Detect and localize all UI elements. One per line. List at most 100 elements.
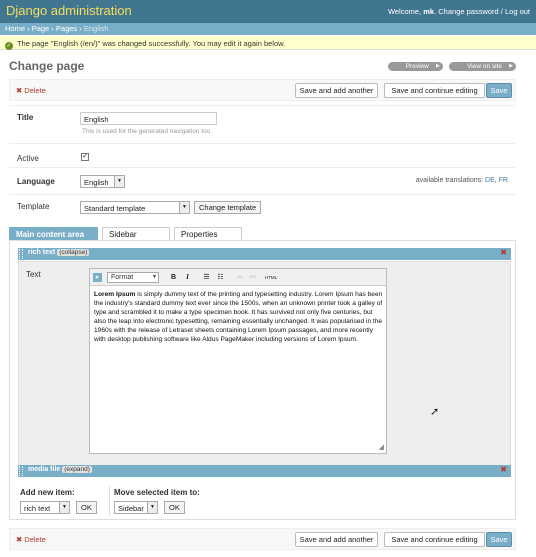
breadcrumb-current: English [83,24,109,33]
success-message: ✓ The page "English (/en/)" was changed … [0,36,536,50]
rich-text-title: rich text [28,249,56,256]
template-value: Standard template [84,204,146,213]
submit-row-top: ✖ Delete Save and add another Save and co… [9,79,516,101]
template-label: Template [17,202,50,211]
save-add-another-button[interactable]: Save and add another [295,532,378,547]
save-button[interactable]: Save [486,83,512,98]
text-label: Text [26,270,41,279]
translations-label: available translations: [415,177,484,184]
welcome-text: Welcome, [387,7,422,16]
page-fields: Title English This is used for the gener… [9,105,516,220]
breadcrumb: Home › Page › Pages › English [0,23,536,35]
language-label: Language [17,177,55,186]
add-item-ok-button[interactable]: OK [76,501,97,514]
chevron-down-icon: ▼ [114,176,124,187]
rich-text-plugin-header[interactable]: rich text (collapse) ✖ [18,248,511,260]
available-translations: available translations: DE, FR [415,177,508,184]
unlink-icon[interactable]: ⚯ [248,273,257,282]
delete-icon: ✖ [16,86,23,95]
delete-link[interactable]: ✖ Delete [16,86,46,95]
save-add-another-button[interactable]: Save and add another [295,83,378,98]
delete-icon: ✖ [16,535,23,544]
drag-handle-icon[interactable] [19,466,23,476]
title-help: This is used for the generated navigatio… [82,128,213,135]
drag-handle-icon[interactable] [19,249,23,259]
main-content-area: rich text (collapse) ✖ Text ▸ Format ▼ B… [9,240,516,520]
save-continue-button[interactable]: Save and continue editing [384,83,485,98]
divider [109,486,110,516]
bold-icon[interactable]: B [169,273,178,282]
media-file-plugin-header[interactable]: media file (expand) ✖ [18,465,511,477]
move-item-ok-button[interactable]: OK [164,501,185,514]
active-label: Active [17,154,39,163]
delete-label: Delete [24,535,46,544]
username: mk [423,7,435,16]
expand-toggle[interactable]: (expand) [62,466,92,473]
save-continue-button[interactable]: Save and continue editing [384,532,485,547]
save-button[interactable]: Save [486,532,512,547]
site-header: Django administration Welcome, mk. Chang… [0,0,536,23]
tab-sidebar[interactable]: Sidebar [102,227,170,241]
check-icon: ✓ [5,42,13,50]
html-icon[interactable]: HTML [264,273,278,282]
move-item-value: Sidebar [118,504,144,513]
plugin-icon[interactable]: ▸ [93,273,102,282]
delete-label: Delete [24,86,46,95]
language-select[interactable]: English ▼ [80,175,125,188]
change-template-button[interactable]: Change template [194,201,262,214]
active-row: Active ✓ [9,144,516,168]
breadcrumb-home[interactable]: Home [5,24,25,33]
chevron-down-icon: ▼ [147,502,157,513]
title-input[interactable]: English [80,112,217,125]
editor-content-bold: Lorem Ipsum [94,291,136,298]
language-value: English [84,178,109,187]
chevron-down-icon: ▼ [59,502,69,513]
editor-toolbar: ▸ Format ▼ B I ☰ ☷ ∞ ⚯ HTML [90,269,386,286]
mouse-cursor-icon: ➚ [430,406,440,418]
chevron-down-icon: ▼ [152,274,157,280]
delete-plugin-icon[interactable]: ✖ [500,248,507,257]
language-row: Language English ▼ available translation… [9,168,516,195]
template-select[interactable]: Standard template ▼ [80,201,190,214]
tab-main-content-area[interactable]: Main content area [9,227,98,241]
format-select[interactable]: Format ▼ [107,272,159,283]
translation-de-link[interactable]: DE [485,177,495,184]
collapse-label: collapse [61,249,86,256]
move-item-select[interactable]: Sidebar ▼ [114,501,158,514]
template-row: Template Standard template ▼ Change temp… [9,195,516,221]
expand-label: expand [66,466,88,473]
object-tools: Preview View on site [384,61,516,71]
success-message-text: The page "English (/en/)" was changed su… [16,39,286,48]
breadcrumb-pages[interactable]: Pages [56,24,77,33]
editor-content[interactable]: Lorem Ipsum is simply dummy text of the … [94,290,384,344]
link-icon[interactable]: ∞ [235,273,244,282]
active-checkbox[interactable]: ✓ [81,153,89,161]
view-on-site-button[interactable]: View on site [449,62,516,71]
rich-text-editor[interactable]: ▸ Format ▼ B I ☰ ☷ ∞ ⚯ HTML Lorem Ipsum … [89,268,387,454]
preview-button[interactable]: Preview [387,62,443,71]
breadcrumb-page-app[interactable]: Page [32,24,50,33]
move-item-label: Move selected item to: [114,488,200,497]
editor-content-text: is simply dummy text of the printing and… [94,291,383,343]
translation-fr-link[interactable]: FR [499,177,508,184]
bullet-list-icon[interactable]: ☰ [202,273,211,282]
numbered-list-icon[interactable]: ☷ [216,273,225,282]
delete-plugin-icon[interactable]: ✖ [500,465,507,474]
plugin-actions-bar: Add new item: rich text ▼ OK Move select… [18,486,507,516]
add-item-value: rich text [24,504,51,513]
resize-grip-icon[interactable]: ◢ [379,443,384,451]
site-brand[interactable]: Django administration [6,3,132,18]
format-label: Format [111,274,134,281]
collapse-toggle[interactable]: (collapse) [57,249,90,256]
rich-text-plugin-body: Text ▸ Format ▼ B I ☰ ☷ ∞ ⚯ HTML Lorem I… [18,261,511,466]
add-item-label: Add new item: [20,488,75,497]
tab-properties[interactable]: Properties [174,227,242,241]
user-tools: Welcome, mk. Change password / Log out [387,7,530,16]
add-item-select[interactable]: rich text ▼ [20,501,70,514]
submit-row-bottom: ✖ Delete Save and add another Save and co… [9,528,516,550]
title-label: Title [17,113,34,122]
italic-icon[interactable]: I [183,273,192,282]
user-links[interactable]: Change password / Log out [438,7,530,16]
media-file-title: media file [28,466,61,473]
delete-link[interactable]: ✖ Delete [16,535,46,544]
